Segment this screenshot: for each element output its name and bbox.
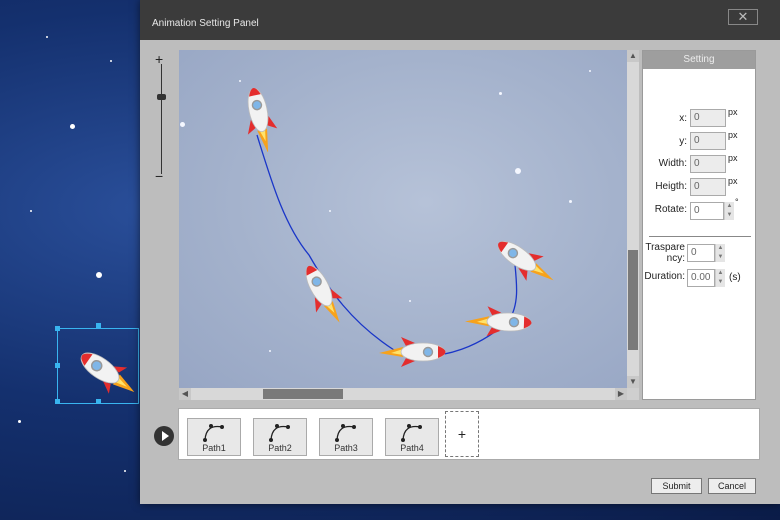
dialog-title: Animation Setting Panel [152, 18, 259, 29]
scroll-down-arrow[interactable]: ▼ [627, 376, 639, 388]
bezier-path-icon [335, 424, 356, 442]
vertical-scrollbar[interactable]: ▲ ▼ [627, 50, 639, 388]
background-star [96, 272, 102, 278]
scroll-left-arrow[interactable]: ◀ [179, 388, 191, 400]
vertical-scroll-thumb[interactable] [628, 250, 638, 350]
rocket-icon[interactable] [479, 222, 555, 290]
rocket-icon[interactable] [375, 332, 471, 372]
x-input[interactable]: 0 [690, 109, 726, 127]
canvas-frame: ▲ ▼ ◀ ▶ [179, 50, 639, 400]
x-unit: px [728, 107, 738, 117]
stepper-down-icon[interactable]: ▼ [716, 253, 725, 262]
path-tile-3[interactable]: Path3 [319, 418, 373, 456]
path-tile-2[interactable]: Path2 [253, 418, 307, 456]
resize-handle[interactable] [96, 323, 101, 328]
zoom-slider[interactable]: + − [152, 51, 172, 184]
zoom-out-button[interactable]: − [155, 168, 163, 184]
path-tile-4[interactable]: Path4 [385, 418, 439, 456]
path-label: Path2 [268, 443, 292, 453]
scroll-up-arrow[interactable]: ▲ [627, 50, 639, 62]
submit-button[interactable]: Submit [651, 478, 702, 494]
background-star [110, 60, 112, 62]
scroll-corner [627, 388, 639, 400]
bezier-path-icon [203, 424, 224, 442]
scroll-right-arrow[interactable]: ▶ [615, 388, 627, 400]
background-star [70, 124, 75, 129]
transparency-label-line2: ncy: [666, 253, 685, 264]
stepper-down-icon[interactable]: ▼ [725, 211, 734, 220]
path-list: Path1 Path2 Path3 Path4 + [178, 408, 760, 460]
zoom-thumb[interactable] [157, 94, 166, 100]
background-star [46, 36, 48, 38]
stepper-down-icon[interactable]: ▼ [716, 278, 725, 287]
width-label: Width: [658, 158, 687, 169]
height-label: Heigth: [655, 181, 687, 192]
height-input[interactable]: 0 [690, 178, 726, 196]
transparency-label-line1: Traspare [645, 242, 685, 253]
transparency-stepper[interactable]: ▲ ▼ [715, 244, 725, 262]
y-input[interactable]: 0 [690, 132, 726, 150]
y-unit: px [728, 130, 738, 140]
rocket-icon[interactable] [235, 68, 281, 152]
y-label: y: [679, 136, 687, 147]
stepper-up-icon[interactable]: ▲ [716, 269, 725, 278]
horizontal-scrollbar[interactable]: ◀ ▶ [179, 388, 627, 400]
setting-panel: Setting x: 0 px y: 0 px Width: 0 px Heig… [642, 50, 756, 400]
bezier-path-icon [401, 424, 422, 442]
duration-label: Duration: [644, 271, 685, 282]
dialog-titlebar[interactable]: Animation Setting Panel ✕ [140, 0, 780, 40]
width-input[interactable]: 0 [690, 155, 726, 173]
horizontal-scroll-thumb[interactable] [263, 389, 343, 399]
stepper-up-icon[interactable]: ▲ [725, 202, 734, 211]
rotate-label: Rotate: [654, 204, 687, 215]
rotate-input[interactable]: 0 [690, 202, 724, 220]
selected-rocket-icon[interactable] [58, 330, 140, 404]
rocket-icon[interactable] [291, 246, 347, 326]
rocket-icon[interactable] [461, 302, 557, 342]
zoom-track[interactable] [161, 64, 162, 174]
rotate-stepper[interactable]: ▲ ▼ [724, 202, 734, 220]
background-star [30, 210, 32, 212]
width-unit: px [728, 153, 738, 163]
path-tile-1[interactable]: Path1 [187, 418, 241, 456]
height-unit: px [728, 176, 738, 186]
setting-divider [649, 236, 751, 237]
bezier-path-icon [269, 424, 290, 442]
animation-setting-dialog: Animation Setting Panel ✕ + − ▲ ▼ ◀ ▶ Se… [140, 0, 780, 504]
duration-unit: (s) [729, 272, 741, 283]
transparency-input[interactable]: 0 [687, 244, 715, 262]
background-star [18, 420, 21, 423]
background-star [124, 470, 126, 472]
duration-input[interactable]: 0.00 [687, 269, 715, 287]
path-label: Path4 [400, 443, 424, 453]
animation-canvas[interactable] [179, 50, 627, 388]
setting-header: Setting [643, 51, 755, 69]
close-button[interactable]: ✕ [728, 9, 758, 25]
x-label: x: [679, 113, 687, 124]
path-label: Path1 [202, 443, 226, 453]
path-label: Path3 [334, 443, 358, 453]
stepper-up-icon[interactable]: ▲ [716, 244, 725, 253]
add-path-button[interactable]: + [445, 411, 479, 457]
rotate-unit: ° [735, 197, 739, 207]
duration-stepper[interactable]: ▲ ▼ [715, 269, 725, 287]
play-circle-icon[interactable] [154, 426, 174, 446]
cancel-button[interactable]: Cancel [708, 478, 756, 494]
